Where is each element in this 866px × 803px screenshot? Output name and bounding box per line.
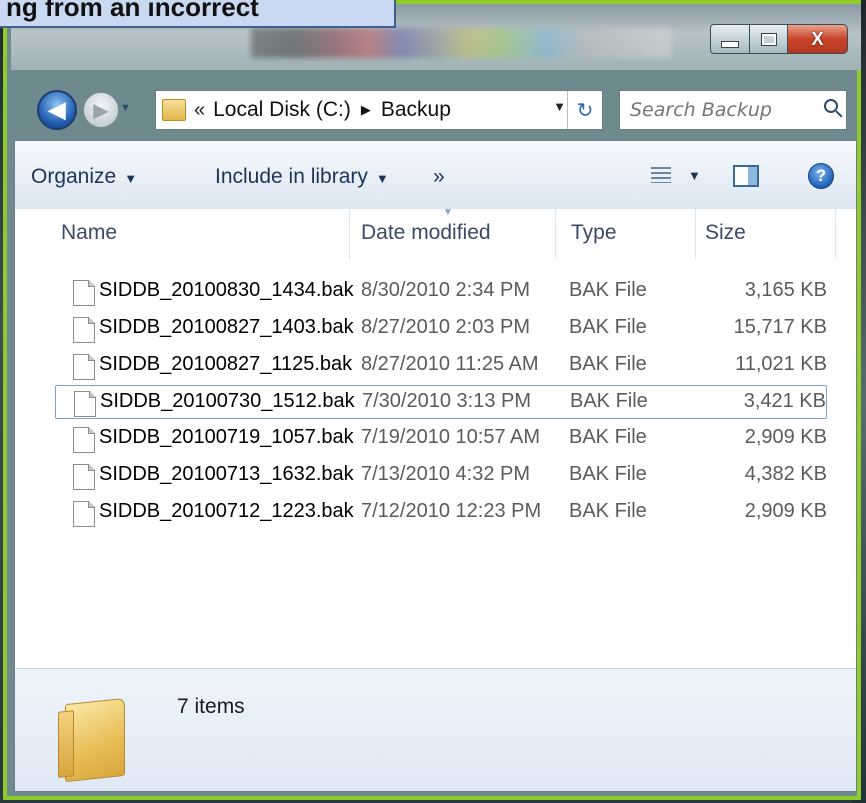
file-name: SIDDB_20100730_1512.bak: [100, 390, 355, 412]
file-row[interactable]: SIDDB_20100827_1403.bak 8/27/2010 2:03 P…: [55, 312, 827, 346]
back-arrow-icon: ◀: [48, 97, 66, 122]
column-date-modified[interactable]: Date modified: [361, 221, 491, 245]
file-type: BAK File: [570, 390, 648, 412]
file-name: SIDDB_20100712_1223.bak: [99, 500, 354, 522]
minimize-button[interactable]: [710, 24, 750, 54]
file-size: 11,021 KB: [735, 353, 827, 375]
file-type: BAK File: [569, 463, 647, 485]
help-icon[interactable]: ?: [808, 163, 834, 189]
file-name: SIDDB_20100713_1632.bak: [99, 463, 354, 485]
breadcrumb-local-disk[interactable]: Local Disk (C:): [213, 98, 351, 122]
file-type: BAK File: [569, 500, 647, 522]
close-button[interactable]: X: [788, 24, 848, 54]
back-button[interactable]: ◀: [37, 90, 77, 130]
column-divider[interactable]: [349, 209, 350, 259]
maximize-button[interactable]: [750, 24, 788, 54]
file-type: BAK File: [569, 316, 647, 338]
column-divider[interactable]: [835, 209, 836, 259]
file-name: SIDDB_20100827_1403.bak: [99, 316, 354, 338]
close-icon: X: [811, 28, 824, 49]
file-icon: [73, 464, 95, 490]
client-area: Organize ▼ Include in library ▼ » ▼ ? Name…: [14, 140, 857, 792]
folder-icon: [65, 697, 125, 783]
refresh-icon: ↻: [576, 99, 594, 122]
forward-arrow-icon: ▶: [93, 99, 109, 122]
file-icon: [73, 354, 95, 380]
file-icon: [73, 317, 95, 343]
column-size[interactable]: Size: [705, 221, 746, 245]
file-size: 2,909 KB: [744, 500, 827, 522]
search-icon[interactable]: [824, 99, 838, 113]
minimize-icon: [721, 40, 739, 48]
file-row[interactable]: SIDDB_20100719_1057.bak 7/19/2010 10:57 …: [55, 422, 827, 456]
explorer-window: X ◀ ▶ ▼ « Local Disk (C:) ▶ Backup ▼ ↻ O…: [3, 0, 861, 800]
file-date: 7/30/2010 3:13 PM: [362, 390, 532, 412]
column-divider[interactable]: [695, 209, 696, 259]
file-name: SIDDB_20100719_1057.bak: [99, 426, 354, 448]
column-type[interactable]: Type: [571, 221, 617, 245]
sort-indicator-icon: ▼: [443, 207, 453, 218]
details-pane: 7 items: [15, 668, 856, 791]
include-in-library-button[interactable]: Include in library ▼: [215, 165, 389, 189]
maximize-icon: [761, 33, 776, 45]
hidden-path-chevron[interactable]: «: [194, 99, 205, 122]
include-in-library-label: Include in library: [215, 165, 368, 188]
address-dropdown[interactable]: ▼: [553, 99, 566, 114]
file-date: 8/27/2010 2:03 PM: [361, 316, 531, 338]
file-row-focused[interactable]: SIDDB_20100730_1512.bak 7/30/2010 3:13 P…: [55, 385, 827, 419]
file-date: 7/13/2010 4:32 PM: [361, 463, 531, 485]
file-date: 8/30/2010 2:34 PM: [361, 279, 531, 301]
file-name: SIDDB_20100830_1434.bak: [99, 279, 354, 301]
recent-pages-dropdown[interactable]: ▼: [120, 102, 131, 114]
column-name[interactable]: Name: [61, 221, 117, 245]
caption-banner: ng from an incorrect: [0, 0, 396, 28]
preview-pane-icon[interactable]: [733, 165, 759, 187]
include-dropdown-icon: ▼: [375, 171, 389, 186]
glass-backdrop: [251, 28, 671, 58]
file-icon: [73, 280, 95, 306]
address-bar[interactable]: « Local Disk (C:) ▶ Backup ▼ ↻: [155, 90, 603, 130]
views-dropdown[interactable]: ▼: [688, 168, 701, 183]
banner-text: ng from an incorrect: [6, 0, 259, 22]
file-size: 2,909 KB: [744, 426, 827, 448]
file-type: BAK File: [569, 353, 647, 375]
column-divider[interactable]: [555, 209, 556, 259]
organize-label: Organize: [31, 165, 117, 188]
breadcrumb-separator-icon[interactable]: ▶: [361, 102, 371, 118]
file-row[interactable]: SIDDB_20100830_1434.bak 8/30/2010 2:34 P…: [55, 275, 827, 309]
file-icon: [73, 501, 95, 527]
file-row[interactable]: SIDDB_20100712_1223.bak 7/12/2010 12:23 …: [55, 496, 827, 530]
file-type: BAK File: [569, 279, 647, 301]
column-headers: Name ▼ Date modified Type Size: [15, 207, 856, 259]
file-date: 8/27/2010 11:25 AM: [361, 353, 539, 375]
more-commands-button[interactable]: »: [433, 165, 445, 189]
organize-dropdown-icon: ▼: [124, 171, 138, 186]
file-icon: [73, 427, 95, 453]
breadcrumb-backup[interactable]: Backup: [381, 98, 451, 122]
file-size: 3,421 KB: [743, 390, 826, 412]
file-icon: [74, 391, 96, 417]
file-size: 3,165 KB: [744, 279, 827, 301]
item-count: 7 items: [177, 695, 245, 718]
file-size: 15,717 KB: [733, 316, 827, 338]
file-row[interactable]: SIDDB_20100713_1632.bak 7/13/2010 4:32 P…: [55, 459, 827, 493]
search-input[interactable]: [620, 91, 810, 129]
refresh-button[interactable]: ↻: [567, 91, 602, 129]
forward-button[interactable]: ▶: [83, 92, 119, 128]
file-row[interactable]: SIDDB_20100827_1125.bak 8/27/2010 11:25 …: [55, 349, 827, 383]
caption-buttons: X: [710, 24, 848, 54]
change-view-icon[interactable]: [651, 167, 671, 183]
file-size: 4,382 KB: [744, 463, 827, 485]
folder-icon: [162, 99, 186, 121]
file-date: 7/12/2010 12:23 PM: [361, 500, 542, 522]
search-box[interactable]: [619, 90, 847, 130]
organize-button[interactable]: Organize ▼: [31, 165, 137, 189]
file-date: 7/19/2010 10:57 AM: [361, 426, 541, 448]
file-name: SIDDB_20100827_1125.bak: [99, 353, 353, 375]
command-bar: Organize ▼ Include in library ▼ » ▼ ?: [15, 141, 856, 210]
file-type: BAK File: [569, 426, 647, 448]
